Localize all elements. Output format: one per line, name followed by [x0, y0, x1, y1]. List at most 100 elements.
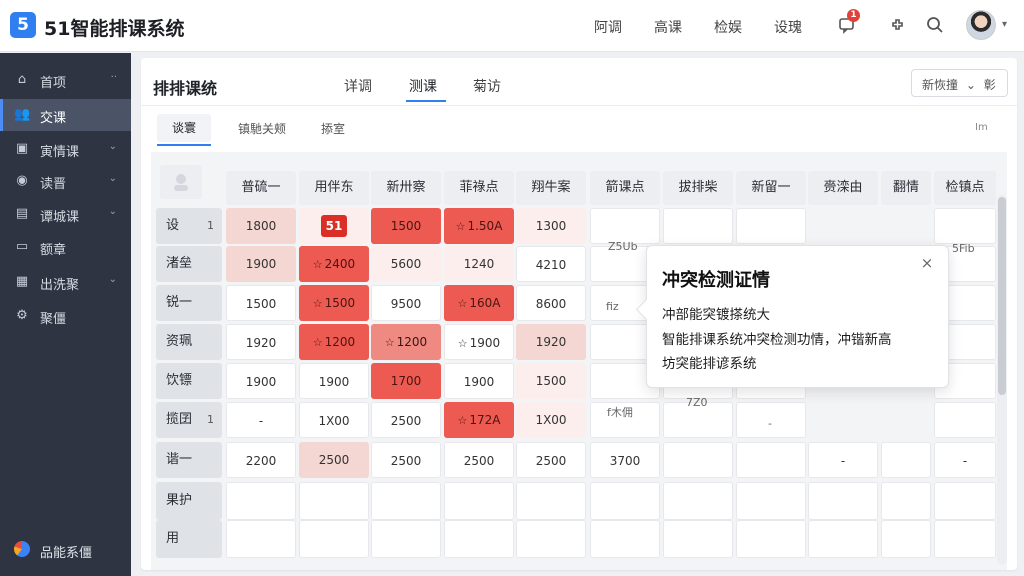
app-logo[interactable]: 5 [10, 12, 36, 38]
schedule-cell[interactable]: 2500 [371, 402, 441, 438]
column-header[interactable]: 翻情 [881, 171, 931, 205]
schedule-cell[interactable]: 51 [299, 208, 369, 244]
sidebar-item-rules[interactable]: ▭ 额章 [0, 231, 131, 263]
close-icon[interactable]: × [916, 252, 938, 274]
schedule-cell[interactable] [516, 520, 586, 558]
schedule-cell[interactable] [736, 482, 806, 520]
schedule-cell[interactable]: - [934, 442, 996, 478]
schedule-cell[interactable] [934, 520, 996, 558]
schedule-cell[interactable] [590, 208, 660, 244]
column-header[interactable]: 拔排柴 [663, 171, 733, 205]
conflict-count-badge[interactable]: 51 [321, 215, 347, 237]
topnav-item-3[interactable]: 检娱 [714, 17, 742, 37]
column-header[interactable]: 新卅察 [371, 171, 441, 205]
schedule-cell[interactable]: 1900 [226, 363, 296, 399]
schedule-cell[interactable]: ☆ 1900 [444, 324, 514, 360]
schedule-cell[interactable]: 1800 [226, 208, 296, 244]
row-header[interactable]: 渚垒 [156, 246, 222, 282]
topnav-item-2[interactable]: 高课 [654, 17, 682, 37]
schedule-cell[interactable]: ☆ 2400 [299, 246, 369, 282]
column-header[interactable]: 翔牛案 [516, 171, 586, 205]
schedule-cell[interactable] [934, 208, 996, 244]
sidebar-item-schedule[interactable]: ▣ 寅情课 ⌄ [0, 133, 131, 165]
schedule-cell[interactable] [590, 482, 660, 520]
user-avatar[interactable] [966, 10, 996, 40]
schedule-cell[interactable] [736, 520, 806, 558]
schedule-cell[interactable]: 3700 [590, 442, 660, 478]
schedule-cell[interactable]: - [226, 402, 296, 438]
schedule-cell[interactable]: 4210 [516, 246, 586, 282]
schedule-cell[interactable] [226, 482, 296, 520]
schedule-cell[interactable] [808, 520, 878, 558]
schedule-cell[interactable]: 1920 [226, 324, 296, 360]
schedule-cell[interactable] [881, 482, 931, 520]
tab-schedule[interactable]: 测课 [409, 76, 437, 96]
schedule-cell[interactable]: 1500 [516, 363, 586, 399]
schedule-cell[interactable]: ☆ 1200 [371, 324, 441, 360]
row-header[interactable]: 资珮 [156, 324, 222, 360]
schedule-cell[interactable]: 1500 [226, 285, 296, 321]
column-header[interactable]: 检镇点 [934, 171, 996, 205]
schedule-cell[interactable]: 1700 [371, 363, 441, 399]
table-scrollbar-thumb[interactable] [998, 197, 1006, 395]
schedule-cell[interactable]: 2200 [226, 442, 296, 478]
schedule-cell[interactable]: ☆ 172A [444, 402, 514, 438]
sidebar-item-teachers[interactable]: ◉ 读晋 ⌄ [0, 165, 131, 197]
schedule-cell[interactable]: ☆ 160A [444, 285, 514, 321]
schedule-cell[interactable] [371, 520, 441, 558]
schedule-cell[interactable]: 5600 [371, 246, 441, 282]
tab-visit[interactable]: 菊访 [473, 76, 501, 96]
puzzle-icon[interactable] [888, 15, 910, 37]
schedule-cell[interactable] [299, 520, 369, 558]
row-header[interactable]: 用 [156, 520, 222, 558]
row-header[interactable]: 饮镖 [156, 363, 222, 399]
schedule-cell[interactable] [299, 482, 369, 520]
schedule-cell[interactable]: - [808, 442, 878, 478]
sidebar-footer[interactable]: 品能系僵 [0, 538, 131, 562]
schedule-cell[interactable]: 2500 [516, 442, 586, 478]
schedule-cell[interactable]: 1300 [516, 208, 586, 244]
schedule-cell[interactable]: 2500 [371, 442, 441, 478]
schedule-cell[interactable] [226, 520, 296, 558]
schedule-cell[interactable]: 1920 [516, 324, 586, 360]
schedule-cell[interactable] [663, 442, 733, 478]
sidebar-item-rooms[interactable]: ▦ 出洗聚 ⌄ [0, 266, 131, 298]
column-header[interactable]: 普硫一 [226, 171, 296, 205]
schedule-cell[interactable]: 8600 [516, 285, 586, 321]
subtab-classes[interactable]: 镇馳关颊 [238, 120, 286, 137]
schedule-cell[interactable] [934, 482, 996, 520]
schedule-cell[interactable] [808, 482, 878, 520]
schedule-cell[interactable] [663, 208, 733, 244]
view-select[interactable]: 新恢撞 ⌄ 彰 [911, 69, 1008, 97]
tab-details[interactable]: 详调 [344, 76, 372, 96]
schedule-cell[interactable]: 2500 [444, 442, 514, 478]
schedule-cell[interactable]: 1240 [444, 246, 514, 282]
row-header[interactable]: 果护 [156, 482, 222, 520]
sidebar-item-lessons[interactable]: ▤ 谭城课 ⌄ [0, 198, 131, 230]
schedule-cell[interactable] [444, 520, 514, 558]
sidebar-item-settings[interactable]: ⚙ 聚僵 [0, 300, 131, 332]
column-header[interactable]: 箭课点 [590, 171, 660, 205]
row-header[interactable]: 谐一 [156, 442, 222, 478]
schedule-cell[interactable]: 1X00 [299, 402, 369, 438]
schedule-cell[interactable] [934, 402, 996, 438]
schedule-cell[interactable]: 1900 [226, 246, 296, 282]
schedule-cell[interactable]: 1900 [444, 363, 514, 399]
subtab-rooms[interactable]: 掭室 [321, 120, 345, 137]
schedule-cell[interactable] [371, 482, 441, 520]
row-header[interactable]: 锐一 [156, 285, 222, 321]
topnav-item-4[interactable]: 设瑰 [774, 17, 802, 37]
subtab-overview[interactable]: 谈寰 [157, 114, 211, 142]
schedule-cell[interactable] [516, 482, 586, 520]
schedule-cell[interactable] [881, 520, 931, 558]
sidebar-item-courses[interactable]: 👥 交课 [0, 99, 131, 131]
column-header[interactable]: 菲祿点 [444, 171, 514, 205]
row-header[interactable]: 设1 [156, 208, 222, 244]
schedule-cell[interactable]: 1500 [371, 208, 441, 244]
schedule-cell[interactable]: ☆ 1.50A [444, 208, 514, 244]
schedule-cell[interactable]: ☆ 1200 [299, 324, 369, 360]
schedule-cell[interactable] [736, 208, 806, 244]
schedule-cell[interactable]: ☆ 1500 [299, 285, 369, 321]
chevron-down-icon[interactable]: ▾ [1002, 19, 1007, 30]
search-icon[interactable] [924, 15, 946, 37]
